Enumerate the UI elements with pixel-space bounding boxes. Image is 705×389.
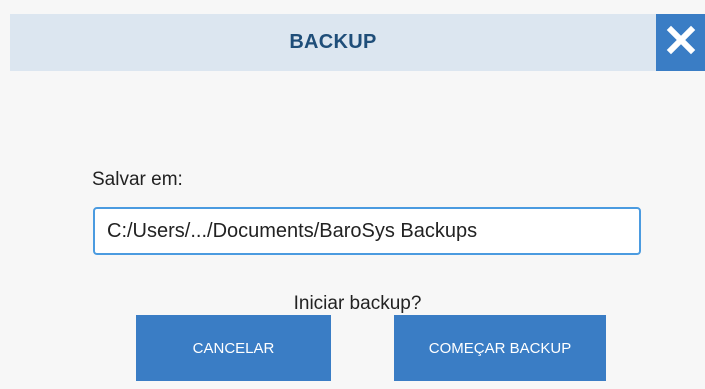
cancel-button[interactable]: CANCELAR [136,315,331,381]
close-button[interactable] [656,14,705,71]
dialog-body: Salvar em: Iniciar backup? CANCELAR COME… [10,71,705,389]
save-path-input[interactable] [93,207,641,255]
backup-dialog: BACKUP Salvar em: Iniciar backup? CANCEL… [0,0,705,389]
save-location-label: Salvar em: [92,169,183,190]
close-icon [666,25,696,60]
title-area: BACKUP [10,14,656,71]
dialog-title: BACKUP [289,31,377,53]
confirm-prompt: Iniciar backup? [293,293,422,314]
title-bar: BACKUP [0,0,705,76]
start-backup-button[interactable]: COMEÇAR BACKUP [394,315,606,381]
